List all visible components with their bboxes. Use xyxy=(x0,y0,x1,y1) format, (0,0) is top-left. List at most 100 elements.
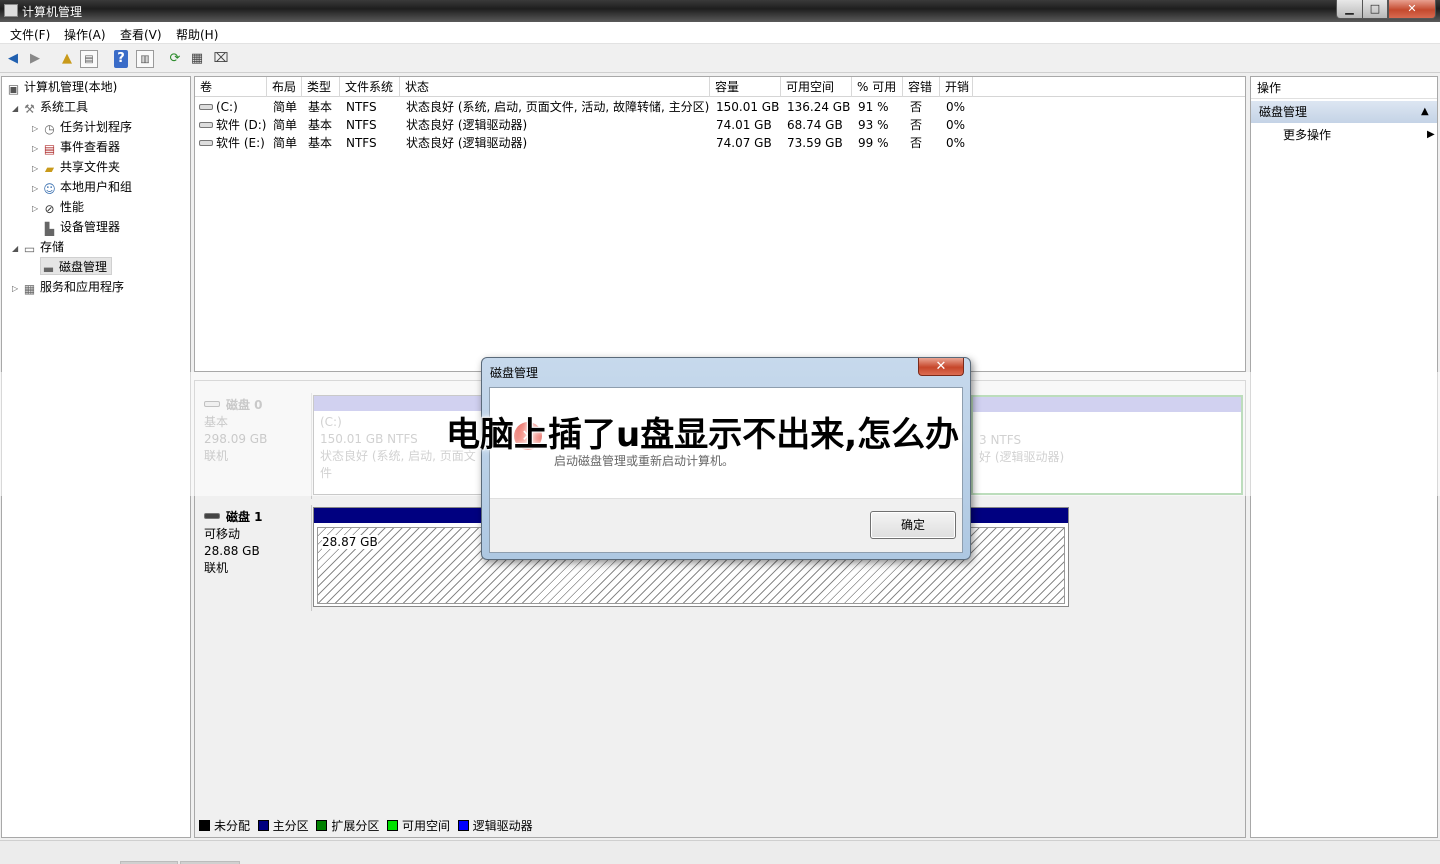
tree-task-scheduler[interactable]: ▷ ◷ 任务计划程序 xyxy=(32,118,132,136)
tree-event-viewer[interactable]: ▷ ▤ 事件查看器 xyxy=(32,138,120,156)
more-actions-label: 更多操作 xyxy=(1283,128,1332,142)
partition-right-size: 3 NTFS xyxy=(979,433,1022,447)
more-actions[interactable]: 更多操作 xyxy=(1283,125,1331,145)
help-icon[interactable]: ? xyxy=(114,50,128,68)
volume-fault-tolerance: 否 xyxy=(910,136,923,150)
disk0-label[interactable]: 磁盘 0 基本 298.09 GB 联机 xyxy=(196,393,312,499)
legend-swatch-logical xyxy=(457,820,469,831)
expand-arrow-icon[interactable]: ▷ xyxy=(32,124,42,133)
expand-arrow-icon[interactable]: ▷ xyxy=(12,284,22,293)
menu-action[interactable]: 操作(A) xyxy=(64,26,106,43)
volume-free-space: 68.74 GB xyxy=(787,118,843,132)
disk0-size: 298.09 GB xyxy=(204,432,268,446)
menu-bar: 文件(F) 操作(A) 查看(V) 帮助(H) xyxy=(0,22,1440,44)
show-hide-tree-icon[interactable]: ▤ xyxy=(80,50,98,68)
volume-fault-tolerance: 否 xyxy=(910,118,923,132)
tree-services-apps[interactable]: ▷ ▦ 服务和应用程序 xyxy=(12,278,124,296)
expand-arrow-icon[interactable]: ▷ xyxy=(32,164,42,173)
volume-type: 基本 xyxy=(308,136,333,150)
tree-root-label: 计算机管理(本地) xyxy=(24,80,118,94)
volume-filesystem: NTFS xyxy=(346,118,377,132)
ok-button[interactable]: 确定 xyxy=(870,511,956,539)
volume-list-header: 卷 布局 类型 文件系统 状态 容量 可用空间 % 可用 容错 开销 xyxy=(195,77,1245,97)
actions-section-disk-management[interactable]: 磁盘管理 ▲ xyxy=(1251,101,1437,123)
disk1-size: 28.88 GB xyxy=(204,544,260,558)
dialog-close-button[interactable]: ✕ xyxy=(918,358,964,376)
expand-arrow-icon[interactable]: ▷ xyxy=(32,204,42,213)
menu-help[interactable]: 帮助(H) xyxy=(176,26,218,43)
partition-logical-right[interactable]: 3 NTFS 好 (逻辑驱动器) xyxy=(971,395,1243,495)
col-free-space[interactable]: 可用空间 xyxy=(781,77,852,97)
expand-arrow-icon[interactable]: ▷ xyxy=(32,144,42,153)
drive-icon xyxy=(199,140,213,146)
disk1-label[interactable]: 磁盘 1 可移动 28.88 GB 联机 xyxy=(196,505,312,611)
submenu-arrow-icon[interactable]: ▶ xyxy=(1427,129,1435,140)
legend-item: 未分配 xyxy=(199,819,250,833)
minimize-button[interactable]: ▁ xyxy=(1336,0,1363,19)
maximize-button[interactable]: □ xyxy=(1362,0,1388,19)
performance-icon: ⊘ xyxy=(44,202,55,216)
collapse-arrow-icon[interactable]: ◢ xyxy=(12,104,22,113)
volume-percent-free: 99 % xyxy=(858,136,889,150)
properties-icon[interactable]: ▦ xyxy=(188,50,206,68)
col-filesystem[interactable]: 文件系统 xyxy=(340,77,400,97)
show-hide-action-pane-icon[interactable]: ▥ xyxy=(136,50,154,68)
device-manager-icon: ▙ xyxy=(44,222,55,236)
legend-label: 逻辑驱动器 xyxy=(472,819,533,833)
volume-name-text: 软件 (E:) xyxy=(216,136,265,150)
disk0-state: 联机 xyxy=(204,449,229,463)
disk0-name: 磁盘 0 xyxy=(226,398,263,412)
tree-disk-management[interactable]: ▬ 磁盘管理 xyxy=(40,257,113,276)
legend-swatch-primary xyxy=(257,820,269,831)
disk1-type: 可移动 xyxy=(204,527,241,541)
refresh-icon[interactable]: ⟳ xyxy=(166,50,184,68)
col-overhead[interactable]: 开销 xyxy=(940,77,973,97)
tree-shared-folders[interactable]: ▷ ▰ 共享文件夹 xyxy=(32,158,120,176)
volume-capacity: 74.01 GB xyxy=(716,118,772,132)
volume-status: 状态良好 (逻辑驱动器) xyxy=(406,118,528,132)
volume-fault-tolerance: 否 xyxy=(910,100,923,114)
col-type[interactable]: 类型 xyxy=(302,77,340,97)
tree-root[interactable]: ▣ 计算机管理(本地) xyxy=(6,78,118,96)
col-layout[interactable]: 布局 xyxy=(267,77,302,97)
computer-management-icon xyxy=(4,4,18,17)
table-row[interactable]: (C:) 简单 基本 NTFS 状态良好 (系统, 启动, 页面文件, 活动, … xyxy=(195,98,1245,116)
up-folder-icon[interactable]: ▲ xyxy=(58,50,76,68)
legend-item: 逻辑驱动器 xyxy=(457,819,533,833)
rescan-disks-icon[interactable]: ⌧ xyxy=(212,50,230,68)
volume-status: 状态良好 (系统, 启动, 页面文件, 活动, 故障转储, 主分区) xyxy=(406,100,710,114)
col-percent-free[interactable]: % 可用 xyxy=(852,77,903,97)
volume-type: 基本 xyxy=(308,118,333,132)
forward-arrow-icon[interactable]: ▶ xyxy=(26,50,44,68)
tree-device-manager[interactable]: ▙ 设备管理器 xyxy=(42,218,120,236)
volume-percent-free: 93 % xyxy=(858,118,889,132)
collapse-up-icon[interactable]: ▲ xyxy=(1421,101,1429,123)
volume-percent-free: 91 % xyxy=(858,100,889,114)
back-arrow-icon[interactable]: ◀ xyxy=(4,50,22,68)
tree-storage[interactable]: ◢ ▭ 存储 xyxy=(12,238,64,256)
volume-name: 软件 (E:) xyxy=(199,134,265,152)
toolbar: ◀ ▶ ▲ ▤ ? ▥ ⟳ ▦ ⌧ xyxy=(0,45,1440,73)
tools-icon: ⚒ xyxy=(24,102,35,116)
actions-header: 操作 xyxy=(1251,77,1437,99)
col-fault-tolerance[interactable]: 容错 xyxy=(903,77,940,97)
tree-performance[interactable]: ▷ ⊘ 性能 xyxy=(32,198,84,216)
tree-system-tools[interactable]: ◢ ⚒ 系统工具 xyxy=(12,98,88,116)
table-row[interactable]: 软件 (E:) 简单 基本 NTFS 状态良好 (逻辑驱动器) 74.07 GB… xyxy=(195,134,1245,152)
computer-icon: ▣ xyxy=(7,82,20,96)
disk0-type: 基本 xyxy=(204,415,229,429)
col-status[interactable]: 状态 xyxy=(400,77,710,97)
menu-file[interactable]: 文件(F) xyxy=(10,26,50,43)
collapse-arrow-icon[interactable]: ◢ xyxy=(12,244,22,253)
tree-shared-folders-label: 共享文件夹 xyxy=(60,160,121,174)
col-volume[interactable]: 卷 xyxy=(195,77,267,97)
tree-local-users[interactable]: ▷ ☺ 本地用户和组 xyxy=(32,178,132,196)
close-button[interactable]: ✕ xyxy=(1388,0,1436,19)
col-capacity[interactable]: 容量 xyxy=(710,77,781,97)
expand-arrow-icon[interactable]: ▷ xyxy=(32,184,42,193)
legend-item: 可用空间 xyxy=(386,819,450,833)
volume-filesystem: NTFS xyxy=(346,100,377,114)
volume-type: 基本 xyxy=(308,100,333,114)
table-row[interactable]: 软件 (D:) 简单 基本 NTFS 状态良好 (逻辑驱动器) 74.01 GB… xyxy=(195,116,1245,134)
menu-view[interactable]: 查看(V) xyxy=(120,26,162,43)
